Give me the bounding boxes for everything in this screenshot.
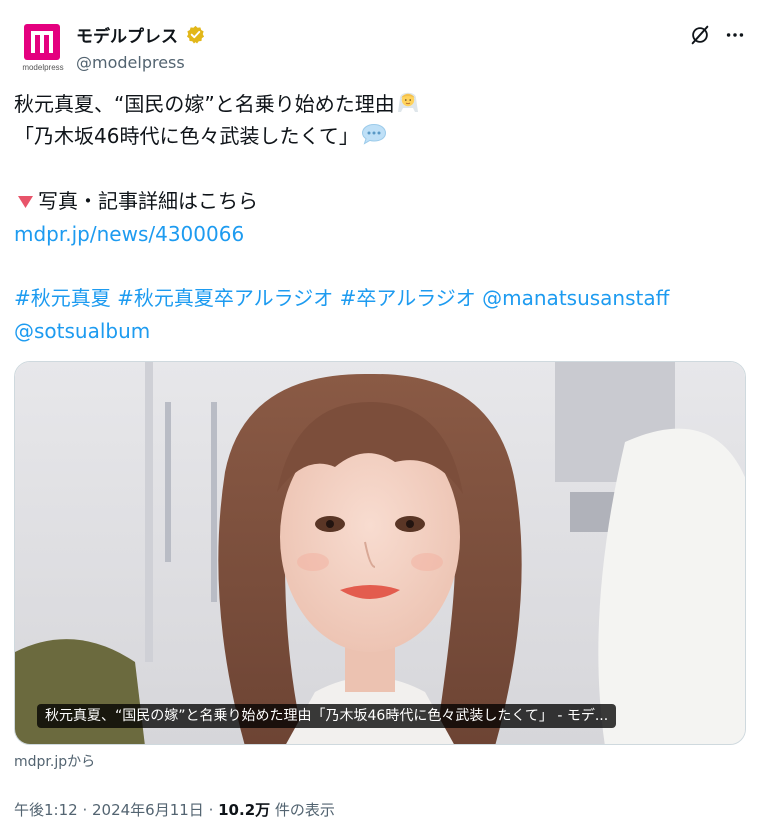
tweet-line: #秋元真夏 #秋元真夏卒アルラジオ #卒アルラジオ @manatsusansta… (14, 282, 745, 314)
user-info: モデルプレス @modelpress (76, 22, 205, 72)
red-triangle-down-icon (17, 186, 34, 218)
more-options-icon[interactable] (722, 22, 748, 48)
link-card[interactable]: 秋元真夏、“国民の嫁”と名乗り始めた理由「乃木坂46時代に色々武装したくて」 -… (14, 361, 746, 745)
tweet-quote: 「乃木坂46時代に色々武装したくて」 (14, 124, 359, 149)
detail-text: 写真・記事詳細はこちら (38, 189, 258, 214)
tweet-line: 秋元真夏、“国民の嫁”と名乗り始めた理由 (14, 88, 745, 120)
view-count: 10.2万 (218, 801, 271, 819)
avatar[interactable]: modelpress (18, 20, 70, 72)
card-source[interactable]: mdpr.jpから (14, 751, 95, 771)
post-date[interactable]: 2024年6月11日 (92, 801, 204, 819)
hashtags-and-mentions[interactable]: #秋元真夏 #秋元真夏卒アルラジオ #卒アルラジオ @manatsusansta… (14, 286, 669, 310)
post-time[interactable]: 午後1:12 (14, 801, 78, 819)
meta-separator: · (203, 801, 219, 819)
tweet-line: 「乃木坂46時代に色々武装したくて」 (14, 120, 745, 152)
article-photo (15, 362, 745, 744)
view-label: 件の表示 (270, 801, 335, 819)
mention-sotsualbum[interactable]: @sotsualbum (14, 319, 150, 343)
display-name[interactable]: モデルプレス (76, 22, 178, 47)
speech-bubble-icon (361, 122, 387, 154)
verified-badge-icon (186, 25, 205, 44)
grok-icon[interactable] (687, 22, 713, 48)
article-link[interactable]: mdpr.jp/news/4300066 (14, 222, 244, 246)
tweet-line: mdpr.jp/news/4300066 (14, 218, 745, 250)
tweet-headline: 秋元真夏、“国民の嫁”と名乗り始めた理由 (14, 92, 395, 116)
tweet-line: @sotsualbum (14, 315, 745, 347)
bride-emoji-icon (397, 89, 419, 122)
tweet-meta: 午後1:12 · 2024年6月11日 · 10.2万 件の表示 (14, 799, 335, 820)
meta-separator: · (77, 801, 92, 819)
user-handle[interactable]: @modelpress (76, 53, 205, 72)
tweet-text: 秋元真夏、“国民の嫁”と名乗り始めた理由 「乃木坂46時代に色々武装したくて」 (14, 88, 745, 347)
modelpress-logo (24, 24, 60, 60)
tweet-line: 写真・記事詳細はこちら (14, 185, 745, 217)
avatar-logo-text: modelpress (22, 63, 64, 72)
tweet-header: modelpress モデルプレス @modelpress (14, 14, 745, 74)
card-title[interactable]: 秋元真夏、“国民の嫁”と名乗り始めた理由「乃木坂46時代に色々武装したくて」 -… (37, 704, 617, 728)
